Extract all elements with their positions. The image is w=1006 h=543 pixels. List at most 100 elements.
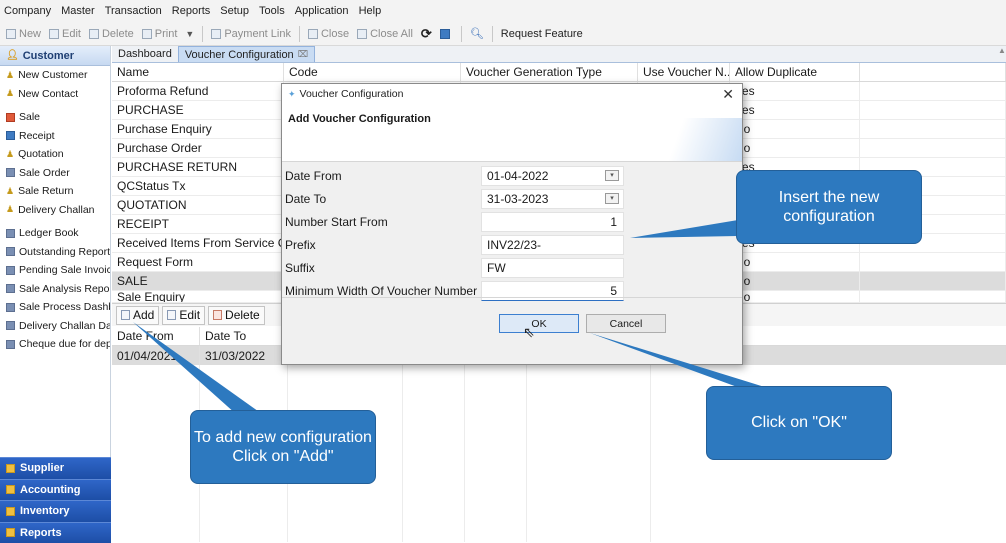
callout-click-ok: Click on "OK" bbox=[706, 386, 892, 460]
sidebar-section-reports[interactable]: Reports bbox=[0, 521, 111, 543]
menu-application[interactable]: Application bbox=[295, 5, 349, 17]
menu-reports[interactable]: Reports bbox=[172, 5, 211, 17]
sidebar-item-new-customer[interactable]: ♟ New Customer bbox=[0, 66, 110, 85]
date-to-field[interactable]: 31-03-2023 ▾ bbox=[481, 188, 624, 209]
sidebar-item-cheque-due[interactable]: Cheque due for deposit bbox=[0, 335, 110, 354]
suffix-field[interactable]: FW bbox=[481, 257, 624, 278]
search-button[interactable]: 🔍︎ bbox=[470, 27, 484, 40]
report-icon bbox=[6, 302, 15, 312]
column-header-date-from[interactable]: Date From bbox=[112, 327, 200, 345]
tab-voucher-configuration[interactable]: Voucher Configuration ⌧ bbox=[177, 46, 316, 62]
column-header-use-voucher[interactable]: Use Voucher N... bbox=[638, 63, 730, 81]
sidebar-item-label: Sale Return bbox=[18, 185, 74, 198]
date-from-field[interactable]: 01-04-2022 ▾ bbox=[481, 165, 624, 186]
column-header-name[interactable]: Name bbox=[112, 63, 284, 81]
calendar-icon[interactable]: ▾ bbox=[605, 192, 619, 204]
calendar-icon[interactable]: ▾ bbox=[605, 169, 619, 181]
column-header-code[interactable]: Code bbox=[284, 63, 461, 81]
sidebar-item-sale-return[interactable]: ♟ Sale Return bbox=[0, 182, 110, 201]
column-header-allow-duplicate[interactable]: Allow Duplicate bbox=[730, 63, 860, 81]
sidebar-item-sale[interactable]: Sale bbox=[0, 108, 110, 127]
dialog-divider bbox=[282, 297, 742, 298]
ok-button[interactable]: OK bbox=[499, 314, 579, 333]
customer-icon: 👤︎ bbox=[6, 50, 19, 61]
dialog-title-bar: ✦ Voucher Configuration ✕ bbox=[282, 84, 742, 104]
edit-button[interactable]: Edit bbox=[49, 28, 81, 40]
voucher-configuration-dialog: ✦ Voucher Configuration ✕ Add Voucher Co… bbox=[281, 83, 743, 365]
cell-name: Purchase Order bbox=[112, 139, 284, 157]
request-feature-button[interactable]: Request Feature bbox=[501, 28, 583, 40]
calculator-button[interactable] bbox=[439, 28, 453, 39]
app-icon: ✦ bbox=[288, 88, 296, 99]
person-icon: ♟ bbox=[6, 204, 15, 215]
sidebar-item-delivery-challan[interactable]: ♟ Delivery Challan bbox=[0, 201, 110, 220]
column-header-generation-type[interactable]: Voucher Generation Type bbox=[461, 63, 638, 81]
sidebar-item-sale-analysis-report[interactable]: Sale Analysis Report bbox=[0, 280, 110, 299]
date-to-label: Date To bbox=[285, 191, 327, 206]
delete-label: Delete bbox=[225, 308, 260, 322]
refresh-button[interactable]: ⟳ bbox=[421, 26, 432, 42]
sidebar-item-sale-order[interactable]: Sale Order bbox=[0, 164, 110, 183]
close-icon[interactable]: ✕ bbox=[722, 86, 734, 103]
delete-label: Delete bbox=[101, 27, 134, 40]
print-dropdown-icon[interactable]: ▼ bbox=[185, 29, 194, 39]
accounting-icon bbox=[6, 485, 15, 495]
sidebar-item-label: Sale Process Dashboard bbox=[19, 301, 110, 314]
delete-icon bbox=[88, 28, 99, 39]
sidebar-item-pending-sale-invoices[interactable]: Pending Sale Invoices bbox=[0, 261, 110, 280]
menu-company[interactable]: Company bbox=[4, 5, 51, 17]
number-start-field[interactable]: 1 bbox=[481, 211, 624, 232]
sidebar-item-ledger-book[interactable]: Ledger Book bbox=[0, 224, 110, 243]
sidebar-item-label: Sale Analysis Report bbox=[19, 282, 110, 295]
edit-icon bbox=[167, 310, 177, 320]
close-all-button[interactable]: Close All bbox=[357, 28, 413, 40]
tab-dashboard[interactable]: Dashboard bbox=[112, 46, 178, 62]
document-icon bbox=[6, 168, 15, 178]
sidebar-header-customer[interactable]: 👤︎ Customer bbox=[0, 46, 110, 66]
mouse-cursor-icon: ⇖ bbox=[523, 324, 535, 340]
dialog-banner: Add Voucher Configuration bbox=[282, 104, 742, 162]
inventory-icon bbox=[6, 506, 15, 516]
close-tab-icon[interactable]: ⌧ bbox=[298, 49, 308, 60]
sidebar-item-quotation[interactable]: ♟ Quotation bbox=[0, 145, 110, 164]
menu-master[interactable]: Master bbox=[61, 5, 95, 17]
prefix-field[interactable]: INV22/23- bbox=[481, 234, 624, 255]
payment-link-button[interactable]: Payment Link bbox=[211, 28, 291, 40]
menu-tools[interactable]: Tools bbox=[259, 5, 285, 17]
cell-name: PURCHASE RETURN bbox=[112, 158, 284, 176]
sidebar-item-new-contact[interactable]: ♟ New Contact bbox=[0, 85, 110, 104]
cell-name: Proforma Refund bbox=[112, 82, 284, 100]
sidebar-section-inventory[interactable]: Inventory bbox=[0, 500, 111, 522]
delete-detail-button[interactable]: Delete bbox=[208, 305, 265, 325]
add-button[interactable]: Add bbox=[116, 305, 160, 325]
toolbar-separator bbox=[491, 25, 493, 42]
delete-button[interactable]: Delete bbox=[88, 27, 134, 40]
sidebar-section-supplier[interactable]: Supplier bbox=[0, 457, 111, 479]
sidebar-item-receipt[interactable]: Receipt bbox=[0, 127, 110, 146]
suffix-row: Suffix FW bbox=[285, 256, 741, 279]
print-button[interactable]: Print bbox=[141, 28, 177, 40]
menu-bar: Company Master Transaction Reports Setup… bbox=[0, 0, 1006, 22]
sidebar-item-label: Sale bbox=[19, 111, 41, 124]
tab-bar: Dashboard Voucher Configuration ⌧ bbox=[112, 46, 1006, 63]
cell-allow: No bbox=[730, 291, 860, 302]
new-button[interactable]: New bbox=[6, 28, 41, 40]
cancel-button[interactable]: Cancel bbox=[586, 314, 666, 333]
column-header-date-to[interactable]: Date To bbox=[200, 327, 288, 345]
report-icon bbox=[6, 321, 15, 331]
column-header-empty bbox=[860, 63, 1006, 81]
sidebar-item-sale-process-dashboard[interactable]: Sale Process Dashboard bbox=[0, 298, 110, 317]
menu-transaction[interactable]: Transaction bbox=[105, 5, 162, 17]
prefix-label: Prefix bbox=[285, 237, 316, 252]
min-width-value: 5 bbox=[610, 283, 617, 298]
sidebar-item-outstanding-report[interactable]: Outstanding Report bbox=[0, 243, 110, 262]
sidebar-section-accounting[interactable]: Accounting bbox=[0, 478, 111, 500]
sidebar-item-delivery-challan-dashboard[interactable]: Delivery Challan Dashboard bbox=[0, 317, 110, 336]
menu-help[interactable]: Help bbox=[359, 5, 382, 17]
person-icon: ♟ bbox=[6, 185, 15, 196]
sidebar: 👤︎ Customer ♟ New Customer ♟ New Contact Sa… bbox=[0, 46, 111, 543]
menu-setup[interactable]: Setup bbox=[220, 5, 249, 17]
close-button[interactable]: Close bbox=[307, 28, 349, 40]
person-icon: ♟ bbox=[6, 88, 15, 99]
edit-detail-button[interactable]: Edit bbox=[162, 305, 206, 325]
